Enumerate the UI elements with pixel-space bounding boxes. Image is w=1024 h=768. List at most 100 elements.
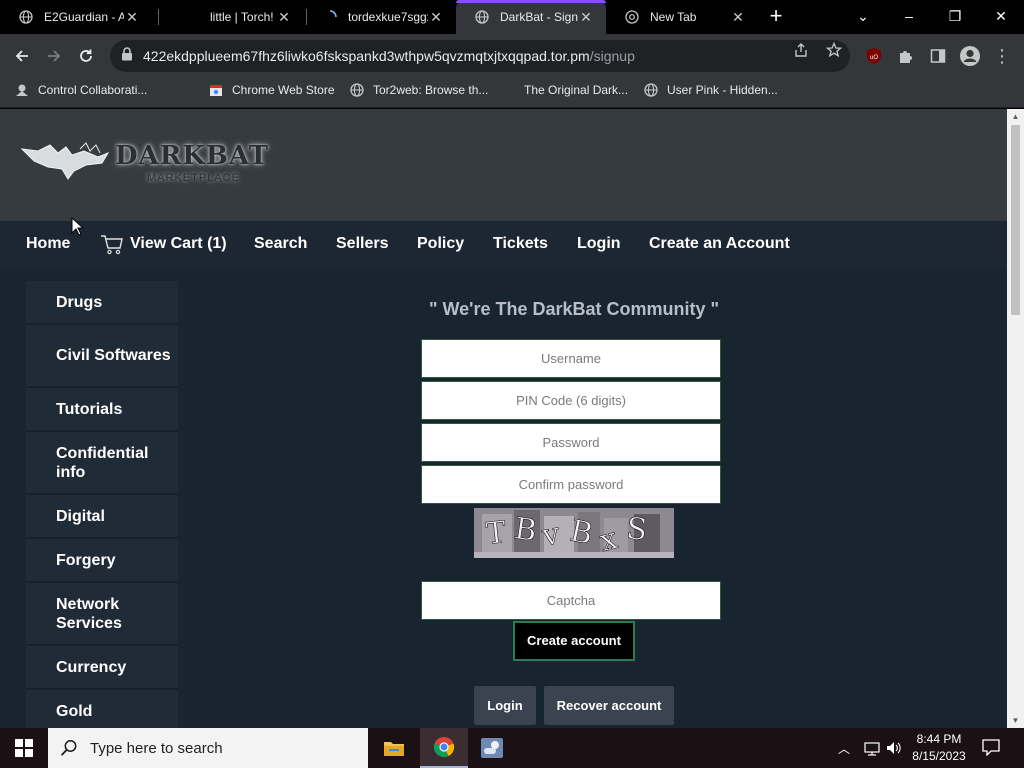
bookmark-label: User Pink - Hidden... (667, 83, 778, 97)
globe-icon (349, 82, 365, 98)
bookmarks-bar: Control Collaborati... Chrome Web Store … (0, 78, 1024, 108)
url-text: 422ekdpplueem67fhz6liwko6fskspankd3wthpw… (143, 48, 635, 64)
logo-brand-text: DARKBAT (115, 141, 269, 171)
bookmark-label: Tor2web: Browse th... (373, 83, 489, 97)
browser-toolbar: 422ekdpplueem67fhz6liwko6fskspankd3wthpw… (0, 34, 1024, 78)
captcha-char: T (484, 515, 508, 552)
create-account-button[interactable]: Create account (513, 621, 635, 661)
close-tab-icon[interactable]: ✕ (730, 9, 746, 26)
site-logo[interactable]: DARKBAT MARKETPLACE (20, 137, 268, 193)
clock-date: 8/15/2023 (912, 749, 966, 763)
tab-tordex[interactable]: tordexkue7sggx ✕ (304, 0, 456, 34)
scrollbar-thumb[interactable] (1011, 125, 1020, 315)
main-content: Drugs Civil Softwares Tutorials Confiden… (0, 217, 1007, 728)
nav-tickets[interactable]: Tickets (493, 221, 548, 269)
category-network-services[interactable]: Network Services (26, 583, 178, 646)
start-button[interactable] (0, 728, 48, 768)
reload-button[interactable] (72, 42, 100, 70)
tab-torch[interactable]: little | Torch! ✕ (152, 0, 304, 34)
category-currency[interactable]: Currency (26, 646, 178, 690)
nav-policy[interactable]: Policy (417, 221, 464, 269)
bat-logo-icon (20, 142, 110, 180)
file-explorer-app[interactable] (370, 728, 418, 768)
category-digital[interactable]: Digital (26, 495, 178, 539)
svg-text:uO: uO (870, 55, 878, 61)
loading-spinner-icon (322, 9, 338, 25)
taskbar-search-placeholder: Type here to search (90, 739, 223, 757)
logo-sub-text: MARKETPLACE (147, 172, 240, 184)
globe-icon (474, 9, 490, 25)
tab-search-button[interactable]: ⌄ (840, 0, 886, 32)
profile-avatar-icon[interactable] (958, 44, 982, 68)
bookmark-control-collaboration[interactable]: Control Collaborati... (14, 78, 147, 102)
close-tab-icon[interactable]: ✕ (124, 9, 140, 26)
tray-chevron-up-icon[interactable]: ︿ (838, 740, 850, 757)
page-scrollbar[interactable]: ▲ ▼ (1007, 109, 1024, 728)
share-icon[interactable] (793, 42, 809, 58)
bookmark-original-dark[interactable]: The Original Dark... (524, 78, 628, 102)
back-button[interactable] (8, 42, 36, 70)
notification-center-icon[interactable] (982, 738, 1000, 756)
category-tutorials[interactable]: Tutorials (26, 388, 178, 432)
nav-login[interactable]: Login (577, 221, 621, 269)
category-confidential-info[interactable]: Confidential info (26, 432, 178, 495)
address-bar[interactable]: 422ekdpplueem67fhz6liwko6fskspankd3wthpw… (110, 40, 850, 72)
nav-create-account[interactable]: Create an Account (649, 221, 790, 269)
lock-icon (121, 46, 135, 66)
network-icon[interactable] (864, 740, 880, 756)
close-tab-icon[interactable]: ✕ (428, 9, 444, 26)
puzzle-extensions-icon[interactable] (894, 44, 918, 68)
username-input[interactable]: Username (421, 339, 721, 378)
confirm-password-input[interactable]: Confirm password (421, 465, 721, 504)
close-tab-icon[interactable]: ✕ (276, 9, 292, 26)
captcha-input[interactable]: Captcha (421, 581, 721, 620)
side-panel-icon[interactable] (926, 44, 950, 68)
taskbar-search-box[interactable]: Type here to search (48, 728, 368, 768)
mouse-cursor-icon (71, 217, 85, 236)
scroll-down-arrow[interactable]: ▼ (1007, 713, 1024, 728)
recover-account-button[interactable]: Recover account (544, 686, 674, 725)
login-button[interactable]: Login (474, 686, 536, 725)
minimize-button[interactable]: – (886, 0, 932, 32)
bookmark-chrome-web-store[interactable]: Chrome Web Store (208, 78, 335, 102)
bookmark-tor2web[interactable]: Tor2web: Browse th... (349, 78, 488, 102)
arrow-right-icon (48, 50, 61, 62)
chrome-app[interactable] (420, 728, 468, 768)
globe-icon (643, 82, 659, 98)
pin-code-input[interactable]: PIN Code (6 digits) (421, 381, 721, 420)
nav-search[interactable]: Search (254, 221, 307, 269)
menu-dots-icon[interactable]: ⋮ (990, 44, 1014, 68)
password-input[interactable]: Password (421, 423, 721, 462)
tab-e2guardian[interactable]: E2Guardian - Ac ✕ (0, 0, 152, 34)
nav-view-cart[interactable]: View Cart (1) (100, 221, 227, 269)
webstore-icon (208, 82, 224, 98)
restore-button[interactable]: ❐ (932, 0, 978, 32)
globe-icon (18, 9, 34, 25)
chrome-icon (624, 9, 640, 25)
tab-new-tab[interactable]: New Tab ✕ (606, 0, 758, 34)
category-drugs[interactable]: Drugs (26, 281, 178, 325)
ublock-extension-icon[interactable]: uO (862, 44, 886, 68)
bookmark-user-pink[interactable]: User Pink - Hidden... (643, 78, 778, 102)
weather-app[interactable] (468, 728, 516, 768)
nav-home[interactable]: Home (26, 221, 70, 269)
forward-button[interactable] (40, 42, 68, 70)
scroll-up-arrow[interactable]: ▲ (1007, 109, 1024, 124)
nav-sellers[interactable]: Sellers (336, 221, 388, 269)
new-tab-button[interactable]: + (754, 0, 798, 32)
category-civil-softwares[interactable]: Civil Softwares (26, 325, 178, 388)
tab-title: DarkBat - Signu (500, 10, 578, 24)
bookmark-label: The Original Dark... (524, 83, 629, 97)
bookmark-star-icon[interactable] (826, 42, 842, 58)
cart-icon (101, 235, 123, 254)
bookmark-label: Chrome Web Store (232, 83, 335, 97)
tab-title: New Tab (650, 10, 697, 24)
arrow-left-icon (15, 50, 28, 62)
tab-darkbat-signup[interactable]: DarkBat - Signu ✕ (456, 0, 606, 34)
chrome-logo-icon (433, 737, 455, 758)
category-forgery[interactable]: Forgery (26, 539, 178, 583)
taskbar-clock[interactable]: 8:44 PM 8/15/2023 (900, 731, 978, 765)
close-tab-icon[interactable]: ✕ (578, 9, 594, 26)
category-gold[interactable]: Gold (26, 690, 178, 728)
close-window-button[interactable]: ✕ (978, 0, 1024, 32)
